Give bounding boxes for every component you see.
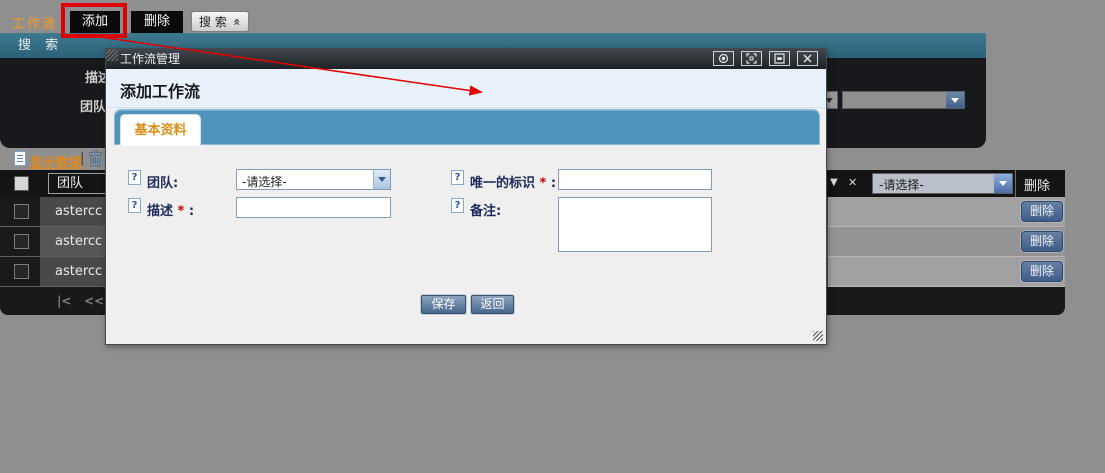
restore-button[interactable] — [769, 51, 790, 66]
toolbar-separator: | — [80, 151, 84, 166]
team-cell: astercc — [55, 227, 102, 256]
close-button[interactable] — [797, 51, 818, 66]
delete-button[interactable]: 删除 — [131, 11, 183, 33]
circle-icon — [718, 53, 729, 64]
row-checkbox[interactable] — [14, 204, 29, 219]
filter-sort-icon[interactable]: ▼ — [830, 177, 838, 188]
pagination-first-icon[interactable]: |< — [57, 294, 71, 308]
restore-icon — [774, 53, 785, 64]
team-select-value: -请选择- — [237, 170, 373, 189]
table-row-right: 删除 — [828, 197, 1065, 227]
label-colon: : — [551, 176, 556, 191]
header-filter-select[interactable]: -请选择- — [872, 173, 1013, 194]
team-cell: astercc — [55, 257, 102, 286]
required-mark: * — [178, 204, 185, 219]
chevron-down-icon — [946, 92, 964, 108]
add-button[interactable]: 添加 — [70, 11, 120, 33]
team-select[interactable]: -请选择- — [236, 169, 391, 190]
search-collapse-label: 搜 索 — [199, 13, 227, 30]
window-controls — [713, 51, 818, 66]
unique-id-label: 唯一的标识 * : — [470, 172, 556, 191]
row-delete-button[interactable]: 删除 — [1021, 231, 1063, 252]
row-delete-button[interactable]: 删除 — [1021, 201, 1063, 222]
description-label: 描述 * : — [147, 200, 194, 219]
row-delete-button[interactable]: 删除 — [1021, 261, 1063, 282]
maximize-button[interactable] — [741, 51, 762, 66]
help-icon[interactable]: ? — [451, 198, 464, 213]
pagination-prev-icon[interactable]: << — [84, 294, 104, 308]
resize-grip[interactable] — [813, 331, 823, 341]
corner-grip-icon — [106, 49, 118, 61]
app-window: 工作流 添加 删除 搜 索 « 搜 索 描述: 团队: 显示数据 | — [0, 0, 1105, 473]
dialog-title: 工作流管理 — [120, 52, 180, 66]
trash-icon[interactable] — [88, 150, 103, 167]
dialog-heading-area: 添加工作流 — [106, 69, 826, 108]
checkbox-cell — [0, 257, 40, 286]
description-input[interactable] — [236, 197, 391, 218]
workflow-tab[interactable]: 工作流 — [12, 13, 57, 32]
tab-basic-info[interactable]: 基本资料 — [120, 114, 201, 146]
team-label: 团队: — [147, 172, 178, 191]
column-header-delete: 删除 — [1024, 175, 1050, 194]
checkbox-cell — [0, 197, 40, 226]
team-cell: astercc — [55, 197, 102, 226]
help-icon[interactable]: ? — [128, 170, 141, 185]
workflow-dialog: 工作流管理 — [105, 48, 827, 345]
search-collapse-button[interactable]: 搜 索 « — [191, 11, 249, 32]
search-team-select[interactable] — [842, 91, 965, 109]
label-colon: : — [189, 204, 194, 219]
help-icon[interactable]: ? — [451, 170, 464, 185]
unique-id-input[interactable] — [558, 169, 712, 190]
help-icon[interactable]: ? — [128, 198, 141, 213]
pin-button[interactable] — [713, 51, 734, 66]
collapse-chevron-icon: « — [230, 18, 244, 26]
table-row-right: 删除 — [828, 227, 1065, 257]
filter-clear-icon[interactable]: ✕ — [848, 176, 857, 189]
fullscreen-icon — [746, 53, 757, 64]
dialog-heading: 添加工作流 — [120, 78, 200, 102]
chevron-down-icon — [994, 174, 1012, 193]
description-label-text: 描述 — [147, 204, 173, 219]
show-data-icon — [14, 151, 26, 166]
close-icon — [802, 53, 813, 64]
chevron-down-icon — [373, 170, 390, 189]
show-data-link[interactable]: 显示数据 — [30, 152, 82, 171]
row-checkbox[interactable] — [14, 234, 29, 249]
table-row-right: 删除 — [828, 257, 1065, 287]
required-mark: * — [540, 176, 547, 191]
note-label: 备注: — [470, 200, 501, 219]
row-checkbox[interactable] — [14, 264, 29, 279]
checkbox-cell — [0, 227, 40, 256]
unique-id-label-text: 唯一的标识 — [470, 176, 535, 191]
dialog-tabbar: 基本资料 — [114, 109, 820, 145]
select-all-checkbox[interactable] — [14, 176, 29, 191]
search-team-select-value — [843, 92, 946, 108]
save-button[interactable]: 保存 — [421, 295, 466, 314]
back-button[interactable]: 返回 — [471, 295, 514, 314]
header-filter-select-value: -请选择- — [873, 174, 994, 193]
note-textarea[interactable] — [558, 197, 712, 252]
